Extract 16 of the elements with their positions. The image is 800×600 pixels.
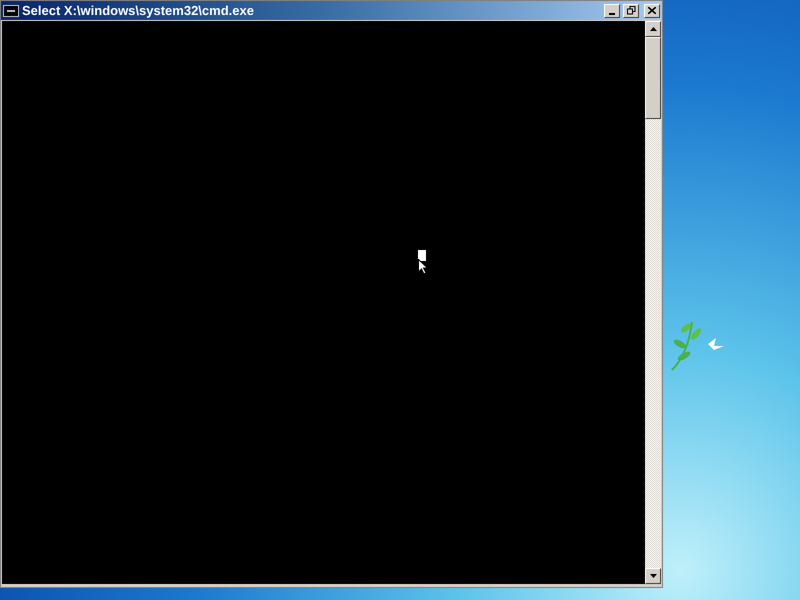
restore-icon (626, 6, 636, 15)
minimize-icon (609, 12, 615, 14)
console-app-icon (3, 4, 19, 16)
text-cursor-icon (418, 250, 426, 261)
mouse-pointer-icon (418, 259, 428, 275)
close-icon (648, 7, 656, 14)
vertical-scrollbar[interactable] (645, 21, 661, 584)
minimize-button[interactable] (604, 4, 620, 18)
scroll-down-button[interactable] (645, 568, 661, 584)
restore-button[interactable] (623, 4, 639, 18)
scroll-up-button[interactable] (645, 21, 661, 37)
up-arrow-icon (650, 27, 656, 31)
window-title: Select X:\windows\system32\cmd.exe (22, 2, 254, 19)
close-button[interactable] (644, 4, 660, 18)
down-arrow-icon (650, 574, 656, 578)
scroll-thumb[interactable] (645, 37, 661, 119)
